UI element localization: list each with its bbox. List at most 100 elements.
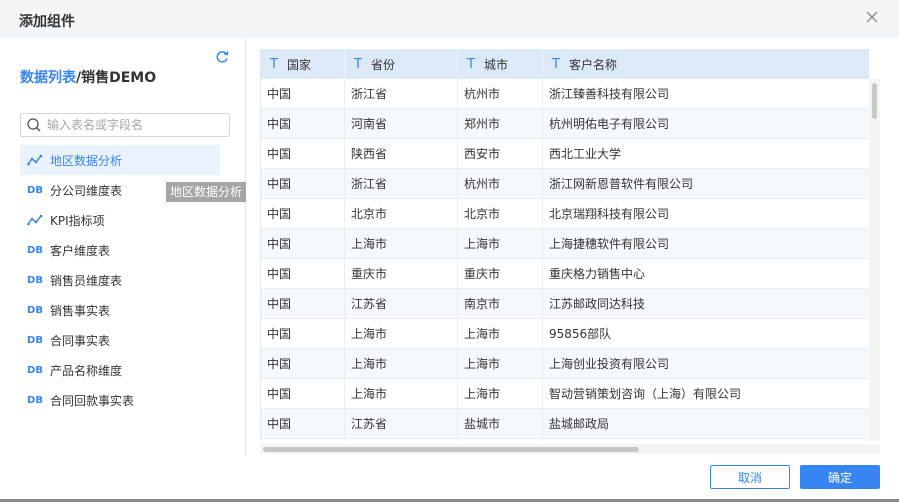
data-preview-table: T 国家 T 省份 T 城市 T 客户名称 中国 浙江省 杭州市 浙江臻善科技有限公司 中国 河南… — [260, 49, 869, 441]
table-cell: 智动营销策划咨询（上海）有限公司 — [549, 387, 742, 401]
tooltip: 地区数据分析 — [166, 182, 247, 202]
column-header-country[interactable]: T 国家 — [261, 49, 345, 79]
table-cell: 上海创业投资有限公司 — [549, 357, 670, 371]
table-cell: 盐城市 — [458, 409, 543, 438]
sidebar-item-label: 销售事实表 — [50, 303, 111, 318]
sidebar-item-label: 销售员维度表 — [50, 273, 123, 288]
sidebar-item-product-dimension[interactable]: DB 产品名称维度 — [20, 355, 220, 385]
sidebar-item-label: KPI指标项 — [50, 213, 105, 228]
table-cell — [543, 439, 869, 441]
column-header-label: 客户名称 — [568, 57, 617, 72]
text-type-icon: T — [354, 56, 362, 72]
sidebar-item-contract-fact[interactable]: DB 合同事实表 — [20, 325, 220, 355]
table-row: 中国 江苏省 南京市 江苏邮政同达科技 — [261, 289, 869, 319]
column-header-label: 省份 — [370, 57, 395, 72]
column-header-city[interactable]: T 城市 — [458, 49, 543, 79]
table-cell: 中国 — [261, 289, 345, 318]
table-cell: 上海捷穗软件有限公司 — [549, 237, 670, 251]
table-cell: 北京瑞翔科技有限公司 — [549, 207, 670, 221]
scrollbar-thumb[interactable] — [872, 83, 877, 119]
table-cell: 中国 — [261, 349, 345, 378]
table-cell — [261, 439, 345, 441]
vertical-scrollbar[interactable] — [869, 79, 880, 441]
table-cell: 西北工业大学 — [549, 147, 622, 161]
table-row: 中国 浙江省 杭州市 浙江网新恩普软件有限公司 — [261, 169, 869, 199]
scrollbar-thumb[interactable] — [263, 447, 639, 452]
dialog-header: 添加组件 — [0, 0, 899, 38]
sidebar-item-label: 客户维度表 — [50, 243, 111, 258]
column-header-customer-name[interactable]: T 客户名称 — [543, 49, 869, 79]
breadcrumb: 数据列表/销售DEMO — [20, 67, 156, 87]
table-cell: 上海市 — [345, 319, 458, 348]
table-cell: 河南省 — [345, 109, 458, 138]
table-row: 中国 河南省 郑州市 杭州明佑电子有限公司 — [261, 109, 869, 139]
table-row — [261, 439, 869, 441]
horizontal-scrollbar[interactable] — [260, 444, 880, 454]
table-cell: 中国 — [261, 409, 345, 438]
table-cell: 中国 — [261, 319, 345, 348]
db-glyph: DB — [27, 274, 43, 286]
table-cell: 上海市 — [345, 229, 458, 258]
table-row: 中国 上海市 上海市 上海创业投资有限公司 — [261, 349, 869, 379]
table-cell — [345, 439, 458, 441]
db-glyph: DB — [27, 304, 43, 316]
table-cell: 西安市 — [458, 139, 543, 168]
table-row: 中国 陕西省 西安市 西北工业大学 — [261, 139, 869, 169]
table-cell: 杭州市 — [458, 79, 543, 108]
table-body: 中国 浙江省 杭州市 浙江臻善科技有限公司 中国 河南省 郑州市 杭州明佑电子有限公司 中国 陕西… — [261, 79, 869, 441]
db-icon: DB — [26, 304, 44, 316]
db-glyph: DB — [27, 184, 43, 196]
table-cell: 95856部队 — [549, 327, 612, 341]
sidebar-item-label: 地区数据分析 — [50, 153, 123, 168]
table-cell: 重庆市 — [345, 259, 458, 288]
db-glyph: DB — [27, 334, 43, 346]
db-icon: DB — [26, 334, 44, 346]
sidebar-item-kpi[interactable]: KPI指标项 — [20, 205, 220, 235]
sidebar-item-sales-fact[interactable]: DB 销售事实表 — [20, 295, 220, 325]
table-cell: 中国 — [261, 109, 345, 138]
table-cell: 江苏省 — [345, 289, 458, 318]
table-cell: 中国 — [261, 229, 345, 258]
table-cell: 上海市 — [345, 349, 458, 378]
table-cell — [458, 439, 543, 441]
search-input[interactable] — [47, 116, 225, 134]
sidebar-item-contract-payment-fact[interactable]: DB 合同回款事实表 — [20, 385, 220, 415]
breadcrumb-link-data-list[interactable]: 数据列表 — [20, 70, 76, 86]
db-icon: DB — [26, 184, 44, 196]
db-glyph: DB — [27, 244, 43, 256]
table-cell: 上海市 — [458, 379, 543, 408]
add-component-dialog: 添加组件 数据列表/销售DEMO 地区数据分析 — [0, 0, 899, 502]
sidebar-item-label: 分公司维度表 — [50, 183, 123, 198]
dialog-title: 添加组件 — [19, 14, 75, 30]
confirm-button[interactable]: 确定 — [800, 465, 880, 489]
sidebar-item-label: 合同事实表 — [50, 333, 111, 348]
table-cell: 浙江臻善科技有限公司 — [549, 87, 670, 101]
refresh-icon[interactable] — [214, 49, 230, 65]
table-cell: 上海市 — [458, 229, 543, 258]
sidebar-item-customer-dimension[interactable]: DB 客户维度表 — [20, 235, 220, 265]
search-box — [20, 113, 230, 137]
table-cell: 南京市 — [458, 289, 543, 318]
text-type-icon: T — [270, 56, 278, 72]
db-glyph: DB — [27, 394, 43, 406]
sidebar-item-salesperson-dimension[interactable]: DB 销售员维度表 — [20, 265, 220, 295]
close-icon[interactable] — [865, 10, 879, 24]
sidebar-item-label: 合同回款事实表 — [50, 393, 135, 408]
table-cell: 上海市 — [458, 319, 543, 348]
table-row: 中国 上海市 上海市 上海捷穗软件有限公司 — [261, 229, 869, 259]
table-cell: 重庆市 — [458, 259, 543, 288]
db-icon: DB — [26, 274, 44, 286]
table-row: 中国 上海市 上海市 95856部队 — [261, 319, 869, 349]
sidebar-item-region-analysis[interactable]: 地区数据分析 — [20, 145, 220, 175]
table-row: 中国 江苏省 盐城市 盐城邮政局 — [261, 409, 869, 439]
column-header-label: 城市 — [483, 57, 508, 72]
analysis-icon — [26, 214, 44, 226]
column-header-label: 国家 — [286, 57, 311, 72]
table-row: 中国 浙江省 杭州市 浙江臻善科技有限公司 — [261, 79, 869, 109]
cancel-button[interactable]: 取消 — [710, 465, 790, 489]
analysis-icon — [26, 154, 44, 166]
table-row: 中国 重庆市 重庆市 重庆格力销售中心 — [261, 259, 869, 289]
table-cell: 中国 — [261, 199, 345, 228]
table-cell: 江苏省 — [345, 409, 458, 438]
column-header-province[interactable]: T 省份 — [345, 49, 458, 79]
